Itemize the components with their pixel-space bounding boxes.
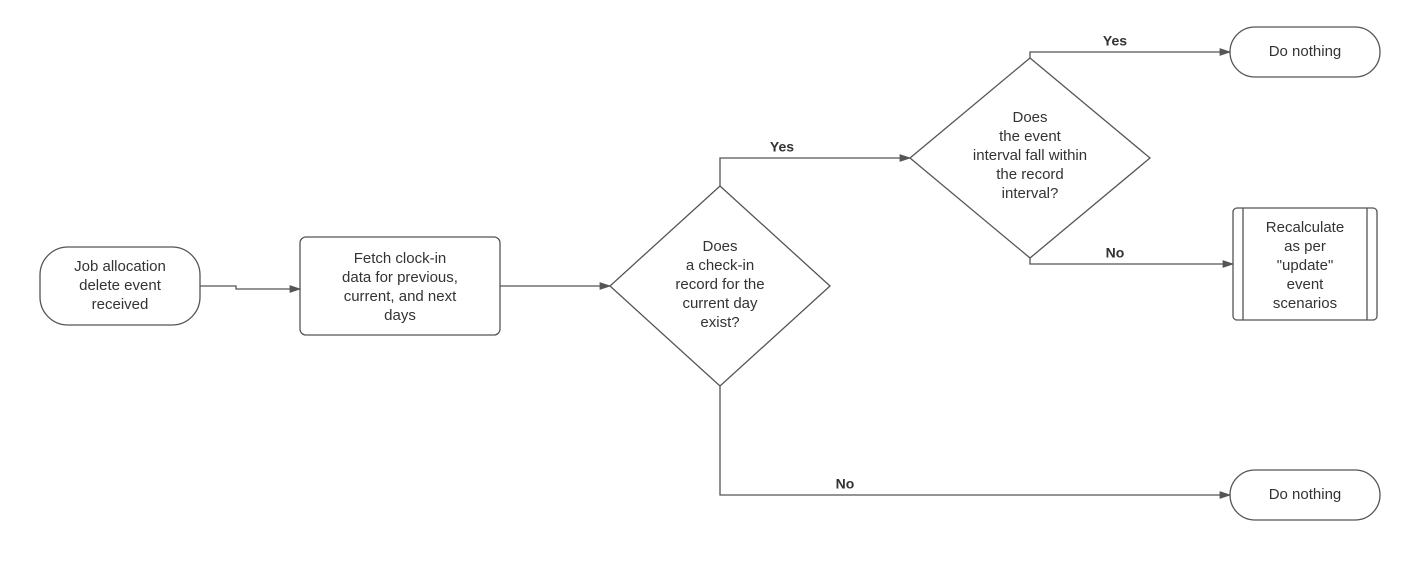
flowchart-canvas: Job allocation delete event received Fet… <box>0 0 1420 580</box>
node-fetch-line3: current, and next <box>344 288 457 305</box>
node-fetch-line1: Fetch clock-in <box>354 250 447 267</box>
node-fetch-line2: data for previous, <box>342 269 458 286</box>
node-recalc-line4: event <box>1287 276 1325 293</box>
node-do-nothing-top: Do nothing <box>1230 27 1380 77</box>
edge-start-fetch <box>200 286 300 289</box>
node-interval-line1: Does <box>1012 109 1047 126</box>
node-recalc-line3: "update" <box>1277 257 1334 274</box>
node-checkin-line4: current day <box>682 295 758 312</box>
edge-checkin-yes <box>720 158 910 186</box>
node-checkin-exists: Does a check-in record for the current d… <box>610 186 830 386</box>
node-do-nothing-bottom-label: Do nothing <box>1269 486 1342 503</box>
node-checkin-line1: Does <box>702 238 737 255</box>
edge-interval-yes <box>1030 52 1230 58</box>
node-start: Job allocation delete event received <box>40 247 200 325</box>
node-interval-within: Does the event interval fall within the … <box>910 58 1150 258</box>
node-interval-line4: the record <box>996 166 1064 183</box>
edge-interval-no-label: No <box>1106 245 1125 261</box>
node-recalculate: Recalculate as per "update" event scenar… <box>1233 208 1377 320</box>
node-checkin-line5: exist? <box>700 314 739 331</box>
edge-interval-yes-label: Yes <box>1103 33 1127 49</box>
node-recalc-line1: Recalculate <box>1266 219 1344 236</box>
edge-checkin-yes-label: Yes <box>770 139 794 155</box>
node-recalc-line2: as per <box>1284 238 1326 255</box>
node-start-line1: Job allocation <box>74 258 166 275</box>
edge-checkin-no <box>720 386 1230 495</box>
edge-interval-no <box>1030 258 1233 264</box>
node-do-nothing-bottom: Do nothing <box>1230 470 1380 520</box>
node-interval-line5: interval? <box>1002 185 1059 202</box>
node-checkin-line3: record for the <box>675 276 764 293</box>
node-interval-line3: interval fall within <box>973 147 1087 164</box>
edge-checkin-no-label: No <box>836 476 855 492</box>
node-checkin-line2: a check-in <box>686 257 754 274</box>
node-fetch-line4: days <box>384 307 416 324</box>
node-start-line3: received <box>92 296 149 313</box>
node-interval-line2: the event <box>999 128 1062 145</box>
node-do-nothing-top-label: Do nothing <box>1269 43 1342 60</box>
node-fetch: Fetch clock-in data for previous, curren… <box>300 237 500 335</box>
node-recalc-line5: scenarios <box>1273 295 1337 312</box>
node-start-line2: delete event <box>79 277 162 294</box>
